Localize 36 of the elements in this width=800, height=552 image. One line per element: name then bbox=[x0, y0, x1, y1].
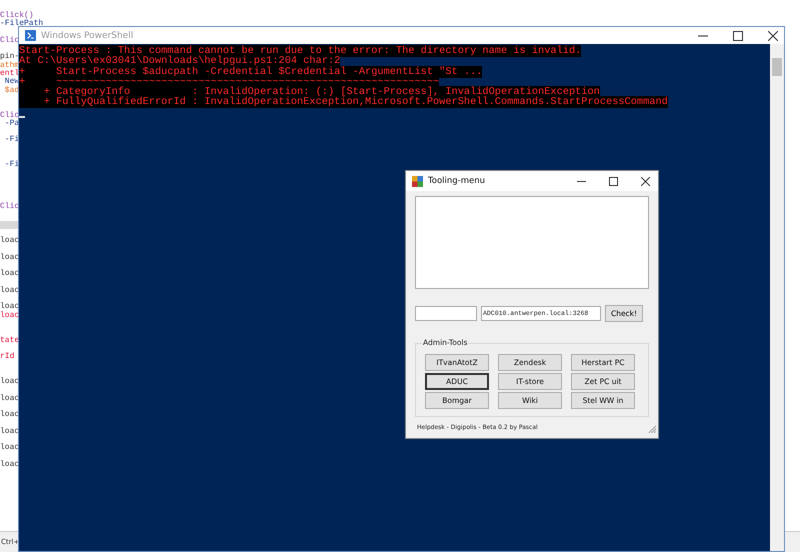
console-line: loac bbox=[0, 428, 20, 436]
close-icon[interactable] bbox=[768, 30, 778, 40]
code-line: -Fi bbox=[4, 161, 20, 170]
code-line: pin- bbox=[0, 53, 20, 62]
window-title: Tooling-menu bbox=[428, 176, 486, 186]
console-line: loac bbox=[0, 312, 20, 320]
text-cursor bbox=[19, 116, 25, 118]
code-line: Clic bbox=[0, 202, 20, 212]
console-line: rId bbox=[0, 353, 14, 362]
console-line: loac bbox=[0, 237, 20, 246]
console-line: loac bbox=[0, 394, 20, 403]
app-icon bbox=[412, 176, 423, 186]
code-line: -FilePath bbox=[0, 20, 44, 29]
console-line: loac bbox=[0, 254, 20, 262]
scroll-thumb[interactable] bbox=[772, 58, 782, 76]
console-line: tate bbox=[0, 336, 20, 345]
console-line: loac bbox=[0, 270, 20, 278]
console-line: loac bbox=[0, 303, 20, 312]
code-line: -Fi bbox=[4, 136, 20, 145]
maximize-icon[interactable] bbox=[733, 30, 743, 40]
code-line: Click() bbox=[0, 12, 34, 20]
resize-grip-icon[interactable] bbox=[647, 424, 656, 433]
code-line: entl bbox=[0, 70, 20, 78]
console-line: loac bbox=[0, 378, 20, 386]
powershell-icon bbox=[25, 30, 36, 41]
console-line: loac bbox=[0, 444, 20, 453]
window-title: Windows PowerShell bbox=[41, 30, 134, 40]
maximize-icon[interactable] bbox=[609, 176, 618, 186]
input-field[interactable] bbox=[415, 306, 477, 321]
console-line: loac bbox=[0, 286, 20, 296]
scrollbar[interactable] bbox=[770, 44, 784, 551]
console-line: loac bbox=[0, 461, 20, 470]
close-icon[interactable] bbox=[641, 176, 650, 186]
console-line: loac bbox=[0, 411, 20, 420]
code-line: Clic bbox=[0, 112, 20, 120]
code-line: Clic bbox=[0, 36, 20, 46]
